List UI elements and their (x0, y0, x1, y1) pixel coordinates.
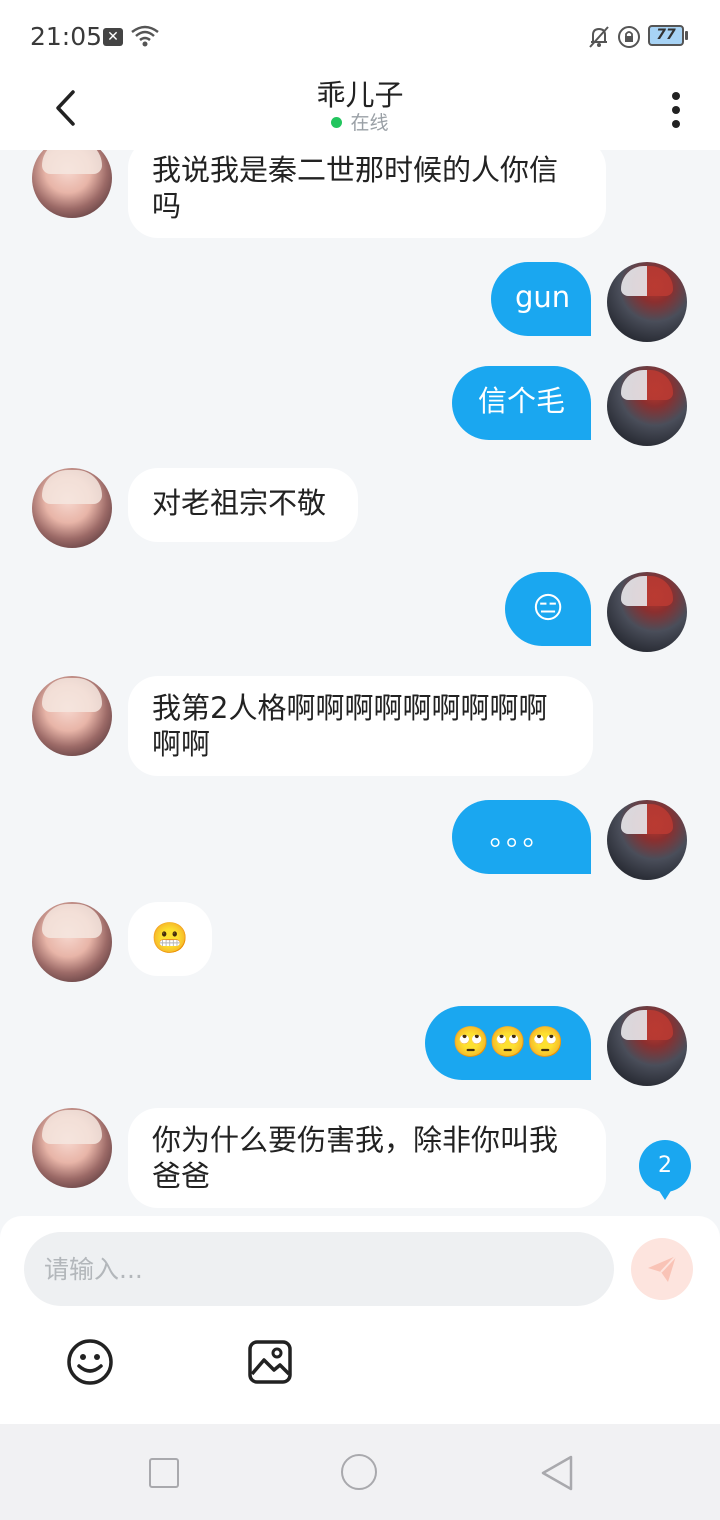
message-input[interactable] (24, 1232, 614, 1306)
wifi-icon (130, 24, 160, 52)
message-bubble[interactable]: 。。。 (452, 800, 591, 874)
chat-header: 乖儿子 在线 (0, 70, 720, 150)
composer (0, 1216, 720, 1424)
contact-avatar[interactable] (32, 1108, 112, 1188)
send-button[interactable] (631, 1238, 693, 1300)
avatar-art (621, 1010, 673, 1040)
nav-back-button[interactable] (540, 1454, 574, 1496)
contact-avatar[interactable] (32, 676, 112, 756)
avatar-art (42, 1110, 102, 1144)
my-avatar[interactable] (607, 572, 687, 652)
battery-tip (685, 31, 688, 40)
notification-x-icon: ✕ (103, 28, 123, 46)
contact-avatar[interactable] (32, 902, 112, 982)
avatar-art (621, 576, 673, 606)
image-button[interactable] (246, 1338, 294, 1386)
battery-level: 77 (656, 27, 676, 43)
online-status: 在线 (0, 108, 720, 135)
more-vertical-icon-dot (672, 120, 680, 128)
message-bubble[interactable]: 我第2人格啊啊啊啊啊啊啊啊啊 啊啊 (128, 676, 593, 776)
avatar-art (42, 678, 102, 712)
emoji-button[interactable] (66, 1338, 114, 1386)
online-dot (331, 117, 343, 128)
message-bubble[interactable]: 😬 (128, 902, 212, 976)
message-bubble[interactable]: 信个毛 (452, 366, 591, 440)
send-icon (648, 1255, 677, 1282)
message-bubble[interactable]: 你为什么要伤害我，除非你叫我 爸爸 (128, 1108, 606, 1208)
recents-button[interactable] (149, 1458, 179, 1488)
more-vertical-icon-dot (672, 106, 680, 114)
status-time: 21:05 (30, 22, 103, 51)
bell-muted-icon (586, 24, 612, 54)
contact-avatar[interactable] (32, 150, 112, 218)
avatar-art (621, 370, 673, 400)
message-bubble[interactable]: 我说我是秦二世那时候的人你信 吗 (128, 150, 606, 238)
contact-avatar[interactable] (32, 468, 112, 548)
image-icon (248, 1340, 292, 1384)
more-vertical-icon-dot (672, 92, 680, 100)
message-bubble[interactable]: 😑 (505, 572, 591, 646)
status-bar: 21:05 ✕ 77 (0, 0, 720, 70)
unread-count-badge[interactable]: 2 (639, 1140, 691, 1192)
my-avatar[interactable] (607, 800, 687, 880)
avatar-art (42, 904, 102, 938)
avatar-art (42, 150, 102, 174)
message-bubble[interactable]: gun (491, 262, 591, 336)
avatar-art (621, 804, 673, 834)
badge-tail (656, 1186, 674, 1200)
battery-icon: 77 (648, 25, 684, 46)
home-button[interactable] (341, 1454, 377, 1490)
avatar-art (621, 266, 673, 296)
triangle-back-icon (541, 1455, 573, 1491)
online-status-label: 在线 (350, 112, 389, 134)
more-menu-button[interactable] (660, 82, 692, 138)
my-avatar[interactable] (607, 1006, 687, 1086)
message-bubble[interactable]: 对老祖宗不敬 (128, 468, 358, 542)
message-list[interactable]: 我说我是秦二世那时候的人你信 吗 gun 信个毛 对老祖宗不敬 😑 我第2人格啊… (0, 150, 720, 1216)
my-avatar[interactable] (607, 262, 687, 342)
my-avatar[interactable] (607, 366, 687, 446)
smiley-icon (67, 1339, 113, 1385)
avatar-art (42, 470, 102, 504)
rotation-lock-icon (616, 24, 642, 54)
system-nav-bar (0, 1424, 720, 1520)
message-bubble[interactable]: 🙄🙄🙄 (425, 1006, 591, 1080)
